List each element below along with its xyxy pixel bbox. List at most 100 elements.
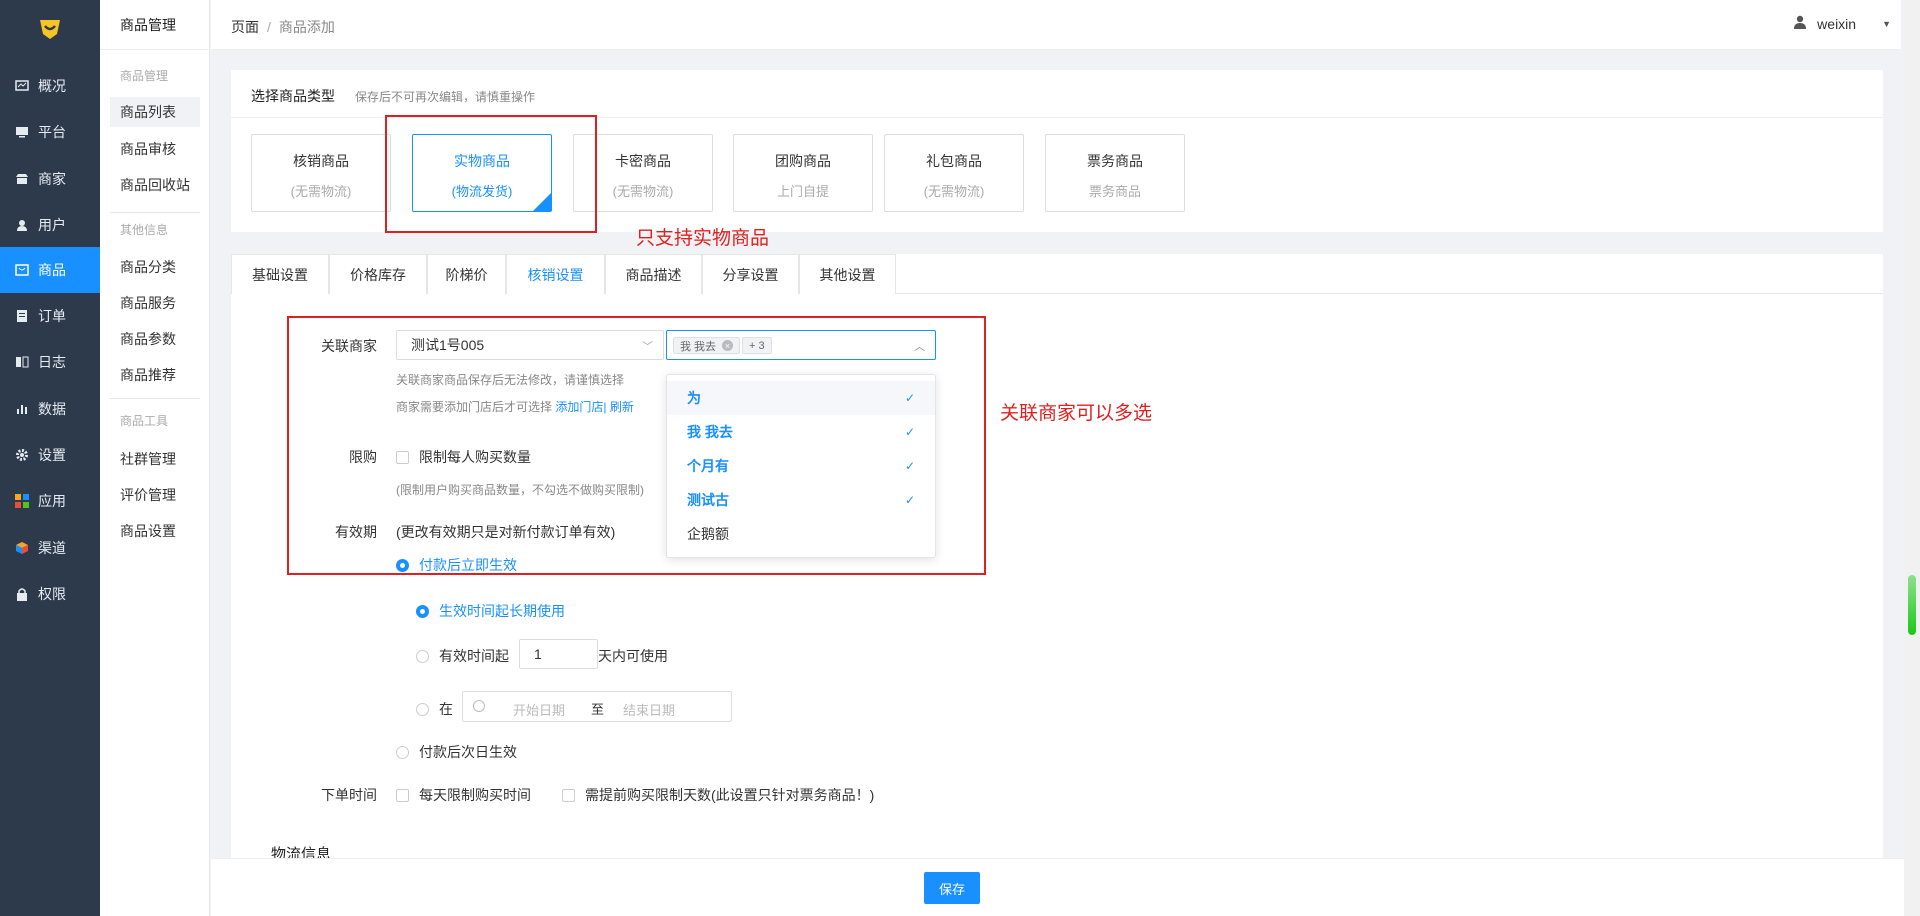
order-icon [14,309,30,323]
clock-icon [473,700,485,712]
divider [110,398,200,399]
end-date-placeholder[interactable]: 结束日期 [623,700,675,719]
section-title: 选择商品类型 [251,88,335,104]
product-type-title: 票务商品 [1087,153,1143,169]
scrollbar-thumb[interactable] [1908,575,1916,635]
tab-1[interactable]: 价格库存 [329,254,427,294]
subnav-item-community[interactable]: 社群管理 [110,444,200,474]
logo-icon[interactable] [36,14,64,42]
validity-immediate-radio[interactable]: 付款后立即生效 [396,555,517,575]
limit-label: 限购 [349,449,377,465]
subnav-group-title: 其他信息 [120,223,169,237]
limit-checkbox[interactable]: 限制每人购买数量 [396,447,531,467]
sidebar-item-label: 概况 [38,78,66,94]
subnav-item-recommend[interactable]: 商品推荐 [110,360,200,390]
product-type-title: 团购商品 [775,153,831,169]
sub-navigation: 商品管理 商品管理 商品列表 商品审核 商品回收站 其他信息 商品分类 商品服务… [100,0,210,916]
days-input[interactable]: 1 [519,639,598,669]
days-prefix: 有效时间起 [439,648,509,664]
sidebar-item-11[interactable]: 权限 [0,571,100,617]
merchant-select[interactable]: 测试1号005 ﹀ [396,330,664,360]
user-icon [14,218,30,232]
sidebar-item-label: 渠道 [38,540,66,556]
tab-5[interactable]: 分享设置 [702,254,799,294]
tab-2[interactable]: 阶梯价 [427,254,506,294]
sidebar-item-8[interactable]: 设置 [0,432,100,478]
long-term-radio[interactable]: 生效时间起长期使用 [416,601,565,621]
refresh-link[interactable]: 刷新 [610,400,634,414]
product-type-title: 礼包商品 [926,153,982,169]
merchant-store-hint: 商家需要添加门店后才可选择 添加门店| 刷新 [396,398,634,415]
date-range-radio[interactable]: 在 [416,699,453,719]
tag-close-icon[interactable]: × [722,340,734,351]
subnav-item-reviews[interactable]: 评价管理 [110,480,200,510]
long-term-label: 生效时间起长期使用 [439,603,565,619]
sidebar-item-6[interactable]: 日志 [0,339,100,385]
advance-days-checkbox[interactable]: 需提前购买限制天数(此设置只针对票务商品！) [562,785,874,805]
sidebar-item-1[interactable]: 平台 [0,109,100,155]
tab-6[interactable]: 其他设置 [799,254,896,294]
tab-3[interactable]: 核销设置 [506,254,605,294]
subnav-item-goods-list[interactable]: 商品列表 [110,97,200,127]
subnav-item-category[interactable]: 商品分类 [110,252,200,282]
user-menu[interactable]: weixin ▼ [1793,15,1891,32]
section-hint: 保存后不可再次编辑，请慎重操作 [355,90,536,104]
validity-immediate-label: 付款后立即生效 [419,557,517,573]
product-type-option[interactable]: 礼包商品 (无需物流) [884,134,1024,212]
limit-option-label: 限制每人购买数量 [419,449,531,465]
sidebar-item-10[interactable]: 渠道 [0,525,100,571]
sidebar-item-label: 商品 [38,262,66,278]
subnav-item-service[interactable]: 商品服务 [110,288,200,318]
dropdown-option[interactable]: 测试古 ✓ [667,483,935,517]
add-store-link[interactable]: 添加门店 [555,400,603,414]
sidebar-item-0[interactable]: 概况 [0,63,100,109]
subnav-item-params[interactable]: 商品参数 [110,324,200,354]
breadcrumb: 页面 / 商品添加 [231,17,335,37]
divider [110,212,200,213]
breadcrumb-separator: / [267,19,271,35]
dropdown-option[interactable]: 为 ✓ [667,381,935,415]
merchant-multi-select[interactable]: 我 我去 × + 3 ︿ [666,330,936,360]
tab-0[interactable]: 基础设置 [231,254,329,294]
subnav-title: 商品管理 [100,0,210,50]
apps-icon [14,494,30,508]
sidebar-item-4[interactable]: 商品 [0,247,100,293]
subnav-item-settings[interactable]: 商品设置 [110,516,200,546]
product-type-option[interactable]: 团购商品 上门自提 [733,134,873,212]
product-type-option[interactable]: 票务商品 票务商品 [1045,134,1185,212]
product-type-subtitle: (物流发货) [451,184,513,199]
breadcrumb-current: 商品添加 [278,19,335,35]
monitor-icon [14,125,30,139]
chart-icon [14,402,30,416]
dropdown-option[interactable]: 我 我去 ✓ [667,415,935,449]
validity-label: 有效期 [335,524,377,540]
daily-limit-checkbox[interactable]: 每天限制购买时间 [396,785,531,805]
subnav-item-recycle-bin[interactable]: 商品回收站 [110,170,200,200]
sidebar-item-5[interactable]: 订单 [0,293,100,339]
subnav-group-title: 商品管理 [120,69,169,83]
sidebar-item-3[interactable]: 用户 [0,202,100,248]
cube-icon [14,541,30,555]
days-radio[interactable]: 有效时间起 [416,646,509,666]
sidebar-item-7[interactable]: 数据 [0,386,100,432]
save-button[interactable]: 保存 [924,872,980,904]
dropdown-option[interactable]: 个月有 ✓ [667,449,935,483]
product-type-option[interactable]: 卡密商品 (无需物流) [573,134,713,212]
breadcrumb-root[interactable]: 页面 [231,19,259,35]
dropdown-option[interactable]: 企鹅额 [667,517,935,551]
date-range-picker[interactable]: 开始日期 至 结束日期 [462,691,732,722]
check-icon: ✓ [904,493,915,507]
logistics-section-title: 物流信息 [271,846,332,858]
sidebar-item-2[interactable]: 商家 [0,156,100,202]
sidebar-item-9[interactable]: 应用 [0,478,100,524]
subnav-item-goods-review[interactable]: 商品审核 [110,134,200,164]
dropdown-option-label: 个月有 [687,458,729,474]
tab-4[interactable]: 商品描述 [605,254,702,294]
merchant-hint: 关联商家商品保存后无法修改，请谨慎选择 [396,373,625,387]
start-date-placeholder[interactable]: 开始日期 [513,700,565,719]
validity-next-day-radio[interactable]: 付款后次日生效 [396,742,517,762]
product-type-option[interactable]: 实物商品 (物流发货) [412,134,552,212]
username: weixin [1817,15,1857,32]
scrollbar[interactable] [1904,0,1920,916]
product-type-option[interactable]: 核销商品 (无需物流) [251,134,391,212]
